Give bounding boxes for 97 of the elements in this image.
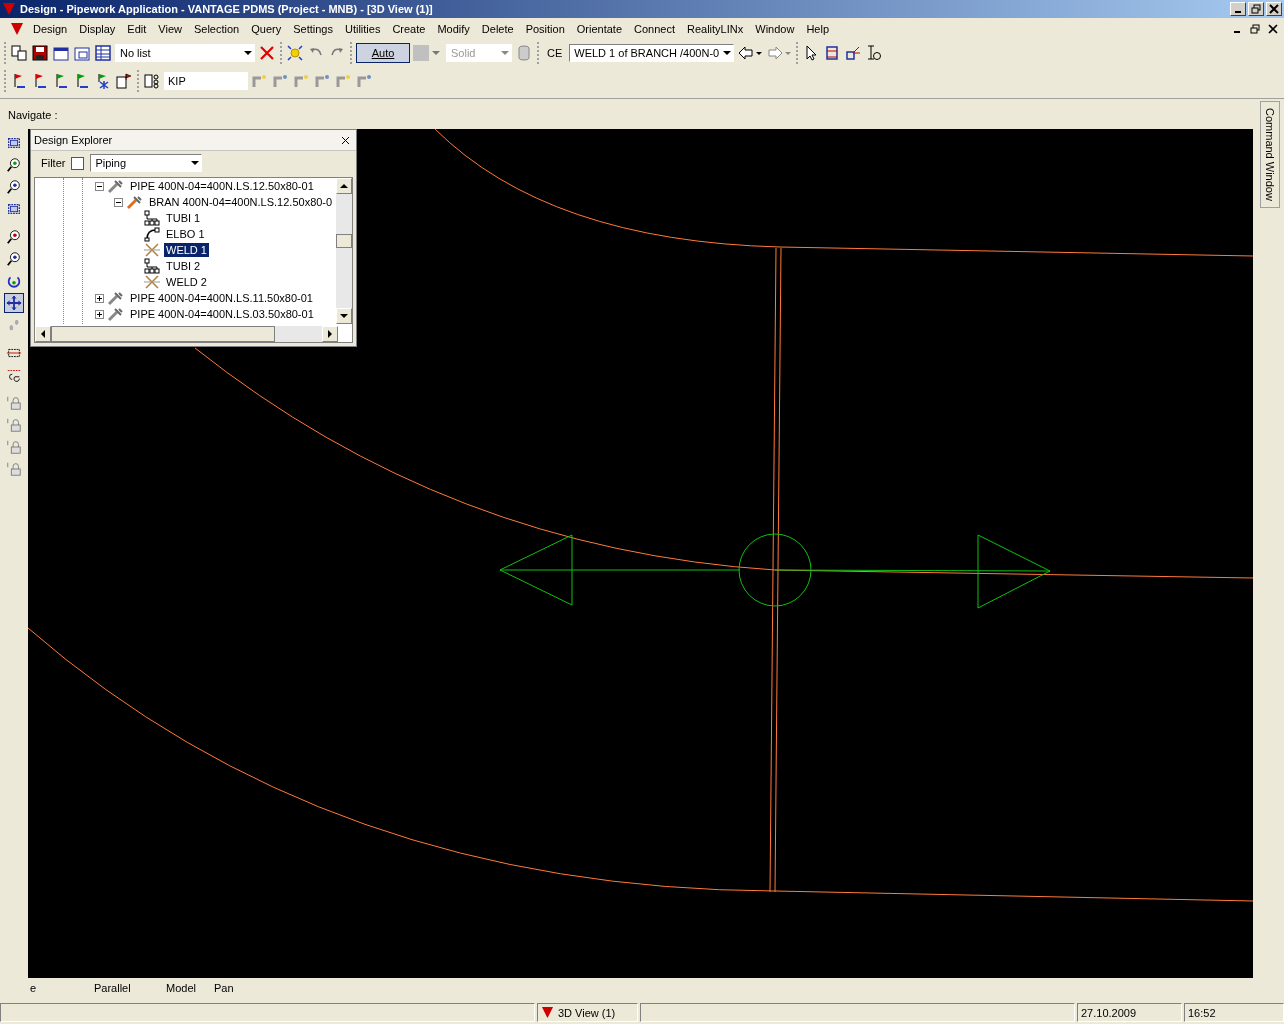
tree-item[interactable]: WELD 1 — [164, 243, 209, 257]
menu-item[interactable]: Design — [27, 22, 74, 35]
kip-field[interactable]: KIP — [164, 72, 248, 90]
command-window-tab[interactable]: Command Window — [1260, 101, 1280, 208]
menu-item[interactable]: Position — [519, 22, 571, 35]
view-tab[interactable]: 3D View (1) — [537, 1003, 638, 1022]
save-icon[interactable] — [31, 44, 49, 62]
tree-item[interactable]: PIPE 400N-04=400N.LS.03.50x80-01 — [128, 307, 316, 321]
list-icon[interactable] — [94, 44, 112, 62]
restore-icon — [1251, 4, 1261, 14]
tree-item[interactable]: ELBO 1 — [164, 227, 207, 241]
view-status-text: Parallel — [94, 982, 132, 994]
scroll-down-arrow-icon[interactable] — [340, 314, 348, 318]
menu-item[interactable]: Settings — [287, 22, 339, 35]
window-icon[interactable] — [73, 44, 91, 62]
copy-icon[interactable] — [10, 44, 28, 62]
scroll-left-arrow-icon[interactable] — [41, 330, 45, 338]
branch-icon — [126, 194, 144, 210]
list-dropdown[interactable]: No list — [115, 44, 255, 62]
pipe-icon — [107, 306, 125, 322]
expand-toggle-icon[interactable] — [95, 309, 104, 319]
filter-dropdown[interactable]: Piping — [90, 154, 203, 172]
logo-icon — [10, 21, 24, 36]
menu-item[interactable]: Query — [245, 22, 288, 35]
restore-icon[interactable] — [1250, 23, 1260, 34]
menu-item[interactable]: Edit — [121, 22, 153, 35]
tree-item[interactable]: TUBI 2 — [164, 259, 203, 273]
menu-item[interactable]: Display — [73, 22, 122, 35]
tree-item[interactable]: TUBI 1 — [164, 211, 203, 225]
scroll-up-arrow-icon[interactable] — [340, 184, 348, 188]
hierarchy-icon — [143, 258, 161, 274]
view-status-text: Pan — [214, 982, 234, 994]
hierarchy-icon — [143, 210, 161, 226]
auto-button[interactable]: Auto — [356, 43, 410, 63]
view-status-text: e — [30, 982, 38, 994]
axes-icon[interactable] — [844, 44, 863, 62]
menu-item[interactable]: View — [152, 22, 188, 35]
minimize-button[interactable] — [1230, 2, 1246, 16]
menu-item[interactable]: Help — [800, 22, 835, 35]
color-swatch[interactable] — [413, 45, 429, 61]
menu-item[interactable]: Modify — [431, 22, 476, 35]
ce-label: CE — [546, 47, 564, 59]
current-element-dropdown[interactable]: WELD 1 of BRANCH /400N-0 — [569, 44, 735, 62]
restore-button[interactable] — [1248, 2, 1264, 16]
navigate-label: Navigate : — [7, 108, 59, 123]
status-date: 27.10.2009 — [1077, 1003, 1182, 1022]
menu-item[interactable]: Window — [749, 22, 801, 35]
menu-item[interactable]: Connect — [628, 22, 681, 35]
weld-icon — [143, 242, 161, 258]
minimize-icon — [1235, 11, 1241, 13]
caret-icon — [191, 161, 200, 165]
caret-icon — [723, 51, 732, 55]
move-gizmo-drawing[interactable] — [499, 533, 1051, 609]
light-bulb-icon[interactable] — [286, 44, 304, 62]
document-flag-icon[interactable] — [115, 72, 133, 90]
scroll-thumb[interactable] — [336, 234, 352, 248]
menu-item[interactable]: Orientate — [570, 22, 628, 35]
menu-item[interactable]: Selection — [187, 22, 246, 35]
measure-icon[interactable] — [865, 44, 884, 62]
caret-icon — [244, 51, 252, 55]
vertical-scrollbar[interactable] — [336, 178, 352, 324]
menu-item[interactable]: RealityLINx — [681, 22, 750, 35]
logo-icon — [541, 1006, 554, 1019]
close-button[interactable] — [1266, 2, 1282, 16]
scroll-right-arrow-icon[interactable] — [328, 330, 332, 338]
filter-label: Filter — [41, 157, 66, 169]
close-icon[interactable] — [341, 135, 350, 145]
scroll-thumb[interactable] — [51, 326, 275, 342]
weld-icon — [143, 274, 161, 290]
elbow-icon — [143, 226, 161, 242]
menu-item[interactable]: Create — [386, 22, 432, 35]
caret-icon[interactable] — [432, 51, 440, 55]
tree-item[interactable]: BRAN 400N-04=400N.LS.12.50x80-0 — [147, 195, 335, 209]
window-title: Design - Pipework Application - VANTAGE PDMS (Project - MNB) - [3D View (1)] — [20, 3, 434, 15]
menu-item[interactable]: Delete — [475, 22, 520, 35]
caret-icon — [501, 51, 509, 55]
logo-icon — [2, 2, 16, 16]
panel-title: Design Explorer — [34, 134, 113, 146]
expand-toggle-icon[interactable] — [95, 181, 104, 191]
filter-checkbox[interactable] — [71, 156, 85, 170]
pipe-icon — [107, 290, 125, 306]
document-list-icon[interactable] — [143, 72, 161, 90]
close-icon — [1269, 4, 1279, 14]
view-status-text: Model — [166, 982, 197, 994]
tree-item[interactable]: PIPE 400N-04=400N.LS.12.50x80-01 — [128, 179, 316, 193]
window-add-icon[interactable] — [52, 44, 70, 62]
menu-item[interactable]: Utilities — [338, 22, 387, 35]
status-time: 16:52 — [1184, 1003, 1284, 1022]
back-arrow-icon[interactable] — [737, 44, 764, 62]
horizontal-scrollbar[interactable] — [35, 326, 338, 342]
tree-item[interactable]: PIPE 400N-04=400N.LS.11.50x80-01 — [128, 291, 315, 305]
tree-item[interactable]: WELD 2 — [164, 275, 209, 289]
pan-icon[interactable] — [4, 293, 24, 313]
delete-icon[interactable] — [258, 44, 276, 62]
expand-toggle-icon[interactable] — [95, 293, 104, 303]
close-icon[interactable] — [1268, 23, 1278, 34]
expand-toggle-icon[interactable] — [114, 197, 123, 207]
